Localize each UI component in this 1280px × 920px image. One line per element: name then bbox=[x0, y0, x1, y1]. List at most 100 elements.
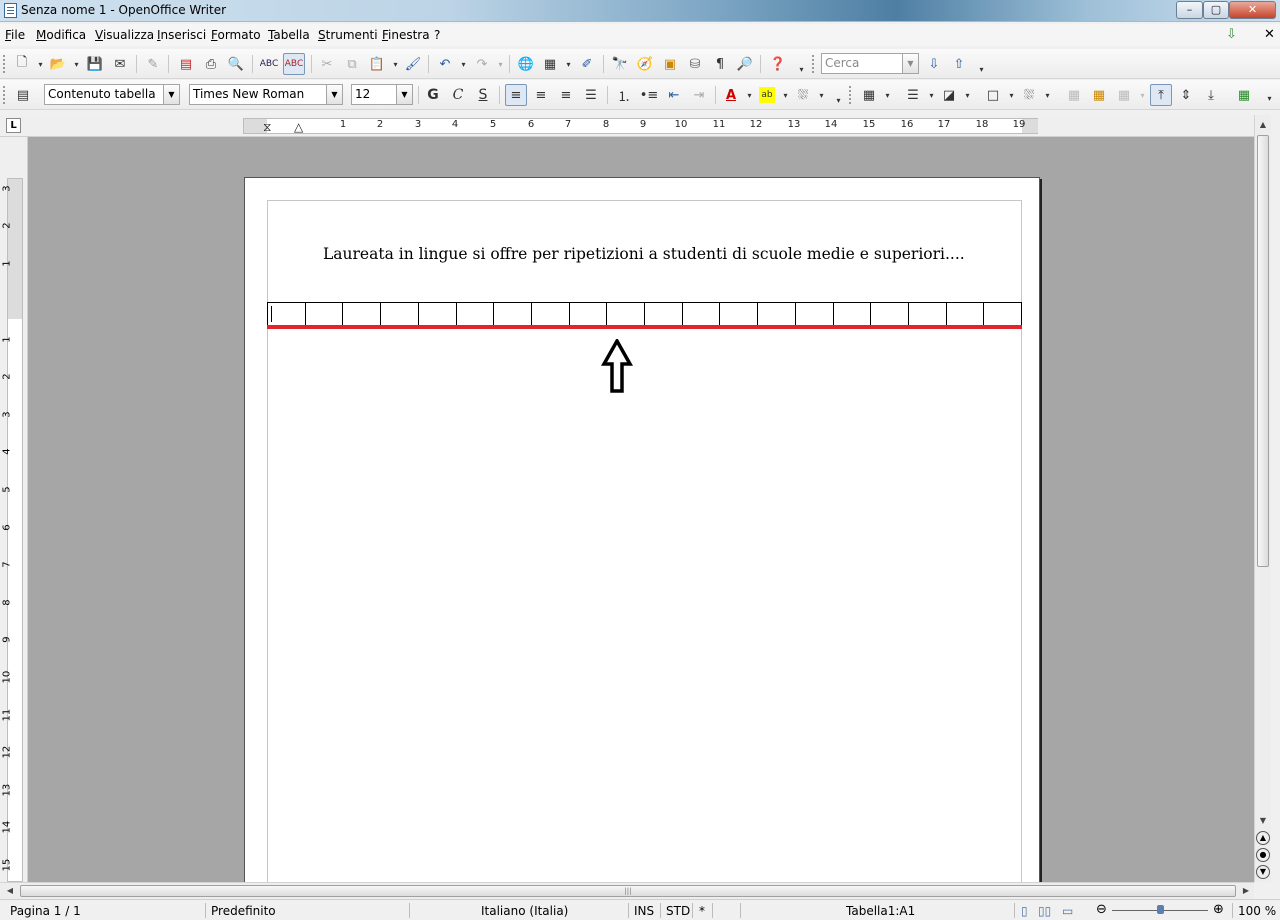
new-dropdown-icon[interactable]: ▾ bbox=[37, 56, 44, 72]
zoom-in-icon[interactable]: ⊕ bbox=[1213, 902, 1224, 917]
horizontal-scroll-thumb[interactable]: ||| bbox=[20, 885, 1236, 897]
minimize-button[interactable]: – bbox=[1176, 1, 1203, 19]
document-paragraph[interactable]: Laureata in lingue si offre per ripetizi… bbox=[323, 245, 965, 263]
page-indicator[interactable]: Pagina 1 / 1 bbox=[10, 904, 81, 918]
export-pdf-icon[interactable]: ▤ bbox=[178, 56, 194, 72]
find-next-button[interactable]: ⇩ bbox=[926, 56, 942, 72]
font-size-select[interactable]: 12 ▼ bbox=[351, 84, 413, 105]
borders-dropdown-icon[interactable]: ▾ bbox=[884, 87, 891, 103]
insert-mode[interactable]: INS bbox=[634, 904, 654, 918]
navigator-icon[interactable]: 🧭 bbox=[637, 56, 653, 72]
align-top-icon[interactable]: ⤒ bbox=[1150, 84, 1172, 106]
table-cell[interactable] bbox=[909, 303, 947, 326]
close-button[interactable]: ✕ bbox=[1229, 1, 1276, 19]
first-line-indent-icon[interactable]: ⧖ bbox=[263, 120, 271, 135]
insert-rows-icon[interactable]: ▦ bbox=[1236, 87, 1252, 103]
numbering-icon[interactable]: ⒈ bbox=[616, 87, 632, 105]
optimize-icon[interactable]: ▦ bbox=[1116, 87, 1132, 103]
table-cell[interactable] bbox=[984, 303, 1021, 326]
toolbar-grip[interactable] bbox=[3, 86, 7, 104]
table-cell[interactable] bbox=[758, 303, 796, 326]
data-sources-icon[interactable]: ⛁ bbox=[687, 56, 703, 72]
align-left-icon[interactable]: ≡ bbox=[505, 84, 527, 106]
table-icon[interactable]: ▦ bbox=[542, 56, 558, 72]
align-middle-icon[interactable]: ⇕ bbox=[1178, 87, 1194, 103]
bold-button[interactable]: G bbox=[425, 87, 441, 103]
redo-icon[interactable]: ↷ bbox=[474, 56, 490, 72]
table-cell[interactable] bbox=[570, 303, 608, 326]
gallery-icon[interactable]: ▣ bbox=[662, 56, 678, 72]
cell-background-icon[interactable]: ⛆ bbox=[1021, 87, 1037, 103]
border-color-dropdown-icon[interactable]: ▾ bbox=[964, 87, 971, 103]
borders-style-dropdown-icon[interactable]: ▾ bbox=[1008, 87, 1015, 103]
split-cells-icon[interactable]: ▦ bbox=[1091, 87, 1107, 103]
close-document-button[interactable]: ✕ bbox=[1264, 27, 1275, 42]
edit-file-icon[interactable]: ✎ bbox=[145, 56, 161, 72]
increase-indent-icon[interactable]: ⇥ bbox=[691, 87, 707, 103]
selection-mode[interactable]: STD bbox=[666, 904, 690, 918]
left-indent-icon[interactable]: △ bbox=[294, 120, 303, 134]
border-color-icon[interactable]: ◪ bbox=[941, 87, 957, 103]
table-cell[interactable] bbox=[343, 303, 382, 326]
book-view-icon[interactable]: ▭ bbox=[1062, 904, 1073, 918]
vertical-scrollbar[interactable]: ▲ ▼ ▲ ● ▼ bbox=[1254, 115, 1271, 882]
paragraph-style-select[interactable]: Contenuto tabella ▼ bbox=[44, 84, 180, 105]
draw-functions-icon[interactable]: ✐ bbox=[579, 56, 595, 72]
zoom-slider-knob[interactable] bbox=[1157, 905, 1164, 914]
hyperlink-icon[interactable]: 🌐 bbox=[518, 56, 534, 72]
decrease-indent-icon[interactable]: ⇤ bbox=[666, 87, 682, 103]
page-style[interactable]: Predefinito bbox=[211, 904, 276, 918]
table-cell[interactable] bbox=[871, 303, 909, 326]
table-cell[interactable] bbox=[419, 303, 457, 326]
bullets-icon[interactable]: •≡ bbox=[640, 87, 659, 103]
table-cell[interactable] bbox=[683, 303, 721, 326]
merge-cells-icon[interactable]: ▦ bbox=[1066, 87, 1082, 103]
toolbar-grip[interactable] bbox=[3, 55, 7, 73]
table-borders-icon[interactable]: ▦ bbox=[861, 87, 877, 103]
scroll-left-icon[interactable]: ◀ bbox=[2, 883, 18, 899]
document-table[interactable] bbox=[267, 302, 1022, 327]
table-cell[interactable] bbox=[720, 303, 759, 326]
styles-formatting-icon[interactable]: ▤ bbox=[15, 87, 31, 103]
next-page-icon[interactable]: ▼ bbox=[1256, 865, 1270, 879]
menu-tabella[interactable]: Tabella bbox=[268, 28, 310, 42]
toolbar-grip[interactable] bbox=[812, 55, 816, 73]
undo-icon[interactable]: ↶ bbox=[437, 56, 453, 72]
find-previous-button[interactable]: ⇧ bbox=[951, 56, 967, 72]
help-icon[interactable]: ❓ bbox=[770, 56, 786, 72]
table-cell[interactable] bbox=[306, 303, 344, 326]
table-dropdown-icon[interactable]: ▾ bbox=[565, 56, 572, 72]
print-icon[interactable]: ⎙ bbox=[203, 56, 219, 72]
vertical-ruler[interactable]: 3 2 1 1 2 3 4 5 6 7 8 9 10 11 12 13 14 1… bbox=[0, 137, 28, 882]
menu-modifica[interactable]: Modifica bbox=[36, 28, 86, 42]
search-input[interactable]: Cerca ▼ bbox=[821, 53, 919, 74]
single-page-view-icon[interactable]: ▯ bbox=[1021, 904, 1028, 918]
maximize-button[interactable]: ▢ bbox=[1203, 1, 1229, 19]
zoom-level[interactable]: 100 % bbox=[1238, 904, 1276, 918]
cell-background-dropdown-icon[interactable]: ▾ bbox=[1044, 87, 1051, 103]
horizontal-scrollbar[interactable]: ◀ ||| ▶ bbox=[0, 882, 1254, 899]
toolbar-grip[interactable] bbox=[849, 86, 853, 104]
paste-dropdown-icon[interactable]: ▾ bbox=[392, 56, 399, 72]
table-cell[interactable] bbox=[947, 303, 985, 326]
redo-dropdown-icon[interactable]: ▾ bbox=[497, 56, 504, 72]
align-right-icon[interactable]: ≡ bbox=[558, 87, 574, 103]
open-dropdown-icon[interactable]: ▾ bbox=[73, 56, 80, 72]
save-icon[interactable]: 💾 bbox=[87, 56, 103, 72]
undo-dropdown-icon[interactable]: ▾ bbox=[460, 56, 467, 72]
chevron-down-icon[interactable]: ▼ bbox=[326, 85, 342, 104]
menu-visualizza[interactable]: Visualizza bbox=[95, 28, 154, 42]
optimize-dropdown-icon[interactable]: ▾ bbox=[1139, 87, 1146, 103]
zoom-out-icon[interactable]: ⊖ bbox=[1096, 902, 1107, 917]
previous-page-icon[interactable]: ▲ bbox=[1256, 831, 1270, 845]
background-color-icon[interactable]: ⛆ bbox=[795, 87, 811, 103]
find-replace-icon[interactable]: 🔭 bbox=[612, 56, 628, 72]
scroll-right-icon[interactable]: ▶ bbox=[1238, 883, 1254, 899]
font-color-dropdown-icon[interactable]: ▾ bbox=[746, 87, 753, 103]
align-bottom-icon[interactable]: ⤓ bbox=[1203, 87, 1219, 103]
language-indicator[interactable]: Italiano (Italia) bbox=[481, 904, 568, 918]
menu-formato[interactable]: Formato bbox=[211, 28, 261, 42]
menu-file[interactable]: File bbox=[5, 28, 25, 42]
vertical-scroll-thumb[interactable] bbox=[1257, 135, 1269, 567]
format-paintbrush-icon[interactable]: 🖌 bbox=[405, 56, 422, 72]
